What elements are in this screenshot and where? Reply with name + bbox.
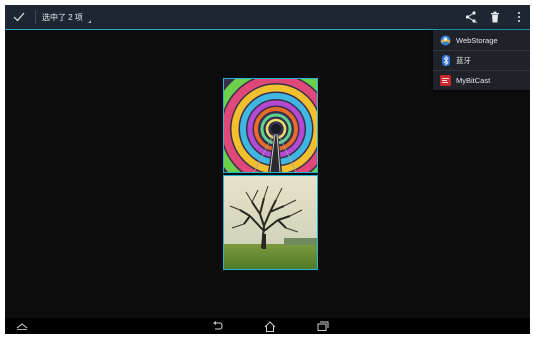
nav-home-button[interactable]: [261, 318, 279, 334]
menu-item-webstorage[interactable]: WebStorage: [433, 30, 530, 50]
dropdown-corner-icon: [87, 19, 91, 23]
overflow-menu-button[interactable]: [509, 5, 529, 29]
share-menu: WebStorage 蓝牙 MyBitCast: [433, 30, 530, 90]
home-icon: [264, 320, 276, 332]
share-button[interactable]: [460, 5, 482, 29]
webstorage-icon: [440, 35, 451, 46]
selection-count-dropdown[interactable]: 选中了 2 项: [42, 5, 91, 29]
nav-recent-apps-button[interactable]: [314, 318, 332, 334]
mybitcast-icon: [440, 74, 451, 86]
bluetooth-icon: [440, 54, 451, 66]
overflow-menu-icon: [518, 12, 520, 22]
selected-photo-tunnel[interactable]: [223, 78, 318, 173]
menu-item-bluetooth[interactable]: 蓝牙: [433, 50, 530, 70]
menu-item-label: WebStorage: [456, 35, 498, 45]
back-icon: [213, 321, 223, 330]
selected-photo-tree[interactable]: [223, 175, 318, 270]
menu-item-label: MyBitCast: [456, 75, 491, 85]
checkmark-icon: [13, 12, 25, 22]
action-bar-divider: [35, 10, 36, 24]
action-bar: 选中了 2 项: [5, 5, 530, 30]
selection-count-label: 选中了 2 项: [42, 12, 83, 22]
done-button[interactable]: [7, 5, 31, 29]
system-nav-bar: [5, 318, 530, 334]
nav-up-button[interactable]: [14, 318, 30, 334]
tunnel-photo: [224, 79, 317, 172]
recent-apps-icon: [317, 321, 329, 331]
tablet-screen: 选中了 2 项 WebStorage 蓝牙 MyBitCast: [5, 5, 530, 334]
delete-button[interactable]: [484, 5, 506, 29]
up-icon: [16, 323, 28, 330]
screenshot-frame: 选中了 2 项 WebStorage 蓝牙 MyBitCast: [0, 0, 533, 337]
trash-icon: [491, 11, 499, 23]
nav-back-button[interactable]: [208, 318, 226, 334]
menu-item-mybitcast[interactable]: MyBitCast: [433, 70, 530, 90]
tree-photo: [224, 176, 317, 269]
menu-item-label: 蓝牙: [456, 55, 471, 65]
share-icon: [465, 11, 477, 23]
